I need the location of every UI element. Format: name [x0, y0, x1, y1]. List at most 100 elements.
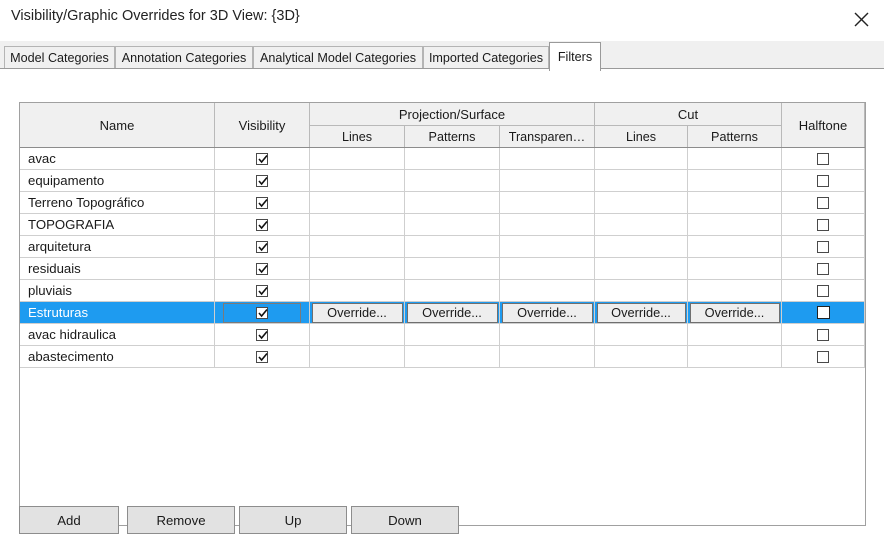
override-button[interactable]: Override... — [406, 302, 498, 323]
halftone-cell[interactable] — [782, 258, 865, 279]
projection-lines-cell[interactable] — [310, 346, 405, 367]
visibility-checkbox[interactable] — [256, 328, 268, 341]
projection-lines-cell[interactable]: Override... — [310, 302, 405, 323]
override-button[interactable]: Override... — [596, 302, 686, 323]
filter-name-cell[interactable]: TOPOGRAFIA — [20, 214, 215, 235]
halftone-checkbox[interactable] — [817, 284, 829, 297]
cut-patterns-cell[interactable] — [688, 170, 782, 191]
table-row[interactable]: abastecimento — [20, 346, 865, 368]
cut-patterns-cell[interactable]: Override... — [688, 302, 782, 323]
projection-lines-cell[interactable] — [310, 258, 405, 279]
visibility-checkbox[interactable] — [256, 152, 268, 165]
halftone-cell[interactable] — [782, 280, 865, 301]
tab-annotation-categories[interactable]: Annotation Categories — [115, 46, 253, 69]
projection-transparency-cell[interactable] — [500, 258, 595, 279]
halftone-cell[interactable] — [782, 302, 865, 323]
projection-lines-cell[interactable] — [310, 236, 405, 257]
filter-name-cell[interactable]: residuais — [20, 258, 215, 279]
filter-name-cell[interactable]: Estruturas — [20, 302, 215, 323]
halftone-checkbox[interactable] — [817, 350, 829, 363]
cut-lines-cell[interactable] — [595, 148, 688, 169]
projection-lines-cell[interactable] — [310, 214, 405, 235]
halftone-cell[interactable] — [782, 148, 865, 169]
halftone-cell[interactable] — [782, 236, 865, 257]
halftone-cell[interactable] — [782, 192, 865, 213]
filter-name-cell[interactable]: Terreno Topográfico — [20, 192, 215, 213]
projection-transparency-cell[interactable]: Override... — [500, 302, 595, 323]
projection-lines-cell[interactable] — [310, 148, 405, 169]
projection-patterns-cell[interactable] — [405, 192, 500, 213]
visibility-cell[interactable] — [215, 258, 310, 279]
projection-patterns-cell[interactable] — [405, 170, 500, 191]
filter-name-cell[interactable]: avac — [20, 148, 215, 169]
cut-lines-cell[interactable] — [595, 324, 688, 345]
visibility-cell[interactable] — [215, 148, 310, 169]
projection-patterns-cell[interactable] — [405, 280, 500, 301]
cut-patterns-cell[interactable] — [688, 214, 782, 235]
cut-patterns-cell[interactable] — [688, 280, 782, 301]
visibility-checkbox[interactable] — [256, 306, 268, 319]
filter-name-cell[interactable]: equipamento — [20, 170, 215, 191]
close-icon[interactable] — [838, 0, 884, 38]
halftone-checkbox[interactable] — [816, 306, 830, 319]
column-subheader[interactable]: Patterns — [688, 125, 782, 147]
projection-transparency-cell[interactable] — [500, 192, 595, 213]
visibility-checkbox[interactable] — [256, 240, 268, 253]
projection-lines-cell[interactable] — [310, 280, 405, 301]
cut-lines-cell[interactable] — [595, 236, 688, 257]
projection-patterns-cell[interactable] — [405, 214, 500, 235]
filter-name-cell[interactable]: pluviais — [20, 280, 215, 301]
cut-patterns-cell[interactable] — [688, 346, 782, 367]
table-row[interactable]: residuais — [20, 258, 865, 280]
table-row[interactable]: avac — [20, 148, 865, 170]
override-button[interactable]: Override... — [689, 302, 780, 323]
projection-transparency-cell[interactable] — [500, 170, 595, 191]
table-row[interactable]: Estruturas Override... Override... Override… — [20, 302, 865, 324]
cut-lines-cell[interactable] — [595, 214, 688, 235]
visibility-cell[interactable] — [215, 324, 310, 345]
table-row[interactable]: equipamento — [20, 170, 865, 192]
table-row[interactable]: avac hidraulica — [20, 324, 865, 346]
up-button[interactable]: Up — [239, 506, 347, 534]
filter-name-cell[interactable]: abastecimento — [20, 346, 215, 367]
halftone-cell[interactable] — [782, 324, 865, 345]
cut-lines-cell[interactable]: Override... — [595, 302, 688, 323]
halftone-checkbox[interactable] — [817, 328, 829, 341]
visibility-cell[interactable] — [215, 346, 310, 367]
cut-patterns-cell[interactable] — [688, 258, 782, 279]
halftone-cell[interactable] — [782, 170, 865, 191]
cut-lines-cell[interactable] — [595, 280, 688, 301]
tab-imported-categories[interactable]: Imported Categories — [423, 46, 549, 69]
visibility-cell[interactable] — [215, 170, 310, 191]
projection-patterns-cell[interactable]: Override... — [405, 302, 500, 323]
projection-patterns-cell[interactable] — [405, 324, 500, 345]
projection-lines-cell[interactable] — [310, 324, 405, 345]
halftone-checkbox[interactable] — [817, 152, 829, 165]
override-button[interactable]: Override... — [501, 302, 593, 323]
visibility-checkbox[interactable] — [256, 218, 268, 231]
column-header-name[interactable]: Name — [20, 103, 215, 147]
down-button[interactable]: Down — [351, 506, 459, 534]
visibility-checkbox[interactable] — [256, 284, 268, 297]
column-header-halftone[interactable]: Halftone — [782, 103, 865, 147]
cut-lines-cell[interactable] — [595, 170, 688, 191]
halftone-checkbox[interactable] — [817, 262, 829, 275]
filter-name-cell[interactable]: avac hidraulica — [20, 324, 215, 345]
visibility-checkbox[interactable] — [256, 196, 268, 209]
column-subheader[interactable]: Lines — [595, 125, 688, 147]
tab-filters[interactable]: Filters — [549, 42, 601, 71]
visibility-cell[interactable] — [215, 236, 310, 257]
visibility-cell[interactable] — [215, 192, 310, 213]
halftone-cell[interactable] — [782, 214, 865, 235]
column-subheader[interactable]: Lines — [310, 125, 405, 147]
cut-lines-cell[interactable] — [595, 258, 688, 279]
cut-patterns-cell[interactable] — [688, 236, 782, 257]
projection-transparency-cell[interactable] — [500, 346, 595, 367]
filter-name-cell[interactable]: arquitetura — [20, 236, 215, 257]
halftone-cell[interactable] — [782, 346, 865, 367]
visibility-cell[interactable] — [215, 214, 310, 235]
visibility-checkbox[interactable] — [256, 174, 268, 187]
column-subheader[interactable]: Patterns — [405, 125, 500, 147]
visibility-cell[interactable] — [215, 280, 310, 301]
tab-analytical-model-categories[interactable]: Analytical Model Categories — [253, 46, 423, 69]
